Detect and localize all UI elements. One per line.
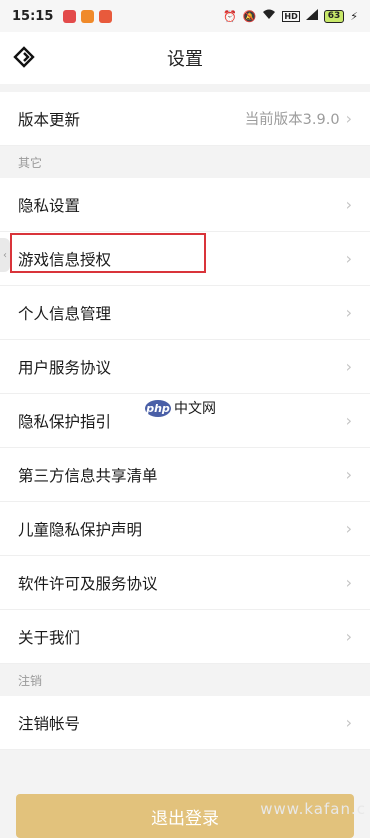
children-privacy-statement-label: 儿童隐私保护声明 [18,520,143,539]
third-party-sharing-list-label: 第三方信息共享清单 [18,466,158,485]
status-time: 15:15 [12,8,54,24]
mute-icon: 🔕 [242,9,257,23]
chevron-right-icon: › [345,249,352,268]
chevron-right-icon: › [345,713,352,732]
about-us-row[interactable]: 关于我们 › [0,610,370,664]
chevron-right-icon: › [345,519,352,538]
chevron-right-icon: › [345,109,352,128]
personal-info-management-label: 个人信息管理 [18,304,112,323]
back-icon[interactable] [12,45,36,69]
chevron-right-icon: › [345,303,352,322]
third-party-sharing-list-row[interactable]: 第三方信息共享清单 › [0,448,370,502]
notification-app-icon [63,9,77,23]
hd-icon: HD [282,10,300,22]
chevron-right-icon: › [345,573,352,592]
chevron-right-icon: › [345,411,352,430]
page-title: 设置 [167,49,203,70]
notification-app-icon [99,9,113,23]
section-label-other: 其它 [0,146,370,178]
software-license-agreement-row[interactable]: 软件许可及服务协议 › [0,556,370,610]
charging-icon: ⚡ [350,9,358,23]
php-watermark-text: 中文网 [174,401,216,417]
about-us-label: 关于我们 [18,628,81,647]
notification-app-icon [81,9,95,23]
php-logo: php [145,399,171,417]
side-drawer-handle[interactable]: ‹ [0,238,10,272]
chevron-right-icon: › [345,357,352,376]
header: 设置 [0,32,370,84]
php-watermark: php 中文网 [145,398,216,418]
chevron-right-icon: › [345,465,352,484]
software-license-agreement-label: 软件许可及服务协议 [18,574,158,593]
battery-icon: 63 [323,9,345,23]
privacy-guide-label: 隐私保护指引 [18,412,112,431]
user-service-agreement-label: 用户服务协议 [18,358,112,377]
delete-account-label: 注销帐号 [18,714,81,733]
current-version-value: 当前版本3.9.0 [244,112,340,128]
kafan-watermark: www.kafan.c [260,800,366,818]
game-info-authorization-label: 游戏信息授权 [18,250,112,269]
alarm-icon: ⏰ [222,9,237,23]
version-update-label: 版本更新 [18,110,81,129]
privacy-settings-row[interactable]: 隐私设置 › [0,178,370,232]
section-label-cancel: 注销 [0,664,370,696]
game-info-authorization-row[interactable]: 游戏信息授权 › [0,232,370,286]
user-service-agreement-row[interactable]: 用户服务协议 › [0,340,370,394]
signal-icon [305,9,318,23]
chevron-right-icon: › [345,627,352,646]
status-icons: ⏰ 🔕 HD 63 ⚡ [223,9,358,23]
status-bar: 15:15 ⏰ 🔕 HD 63 ⚡ [0,0,370,32]
version-update-row[interactable]: 版本更新 当前版本3.9.0 › [0,92,370,146]
chevron-right-icon: › [345,195,352,214]
children-privacy-statement-row[interactable]: 儿童隐私保护声明 › [0,502,370,556]
wifi-icon [262,9,276,23]
personal-info-management-row[interactable]: 个人信息管理 › [0,286,370,340]
privacy-settings-label: 隐私设置 [18,196,81,215]
delete-account-row[interactable]: 注销帐号 › [0,696,370,750]
